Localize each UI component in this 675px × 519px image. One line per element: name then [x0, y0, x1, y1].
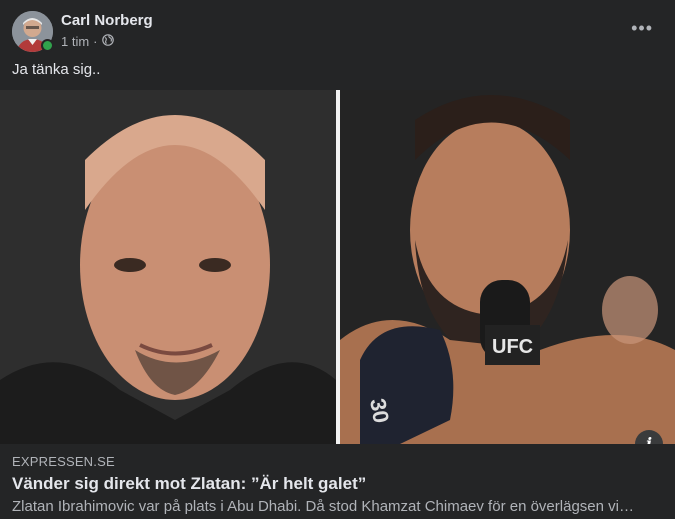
author-avatar[interactable] — [12, 11, 54, 52]
post-timestamp[interactable]: 1 tim — [61, 33, 89, 51]
link-description: Zlatan Ibrahimovic var på plats i Abu Dh… — [12, 498, 642, 515]
link-preview-image[interactable]: UFC 30 i — [0, 90, 675, 444]
microphone-logo: UFC — [492, 336, 533, 358]
feed-post: Carl Norberg 1 tim · ••• Ja tänka sig.. — [0, 0, 675, 519]
post-text: Ja tänka sig.. — [12, 61, 101, 78]
post-meta: Carl Norberg 1 tim · — [61, 11, 153, 51]
post-header: Carl Norberg 1 tim · — [12, 11, 153, 53]
author-name[interactable]: Carl Norberg — [61, 12, 153, 30]
image-right-panel: UFC 30 — [340, 90, 675, 444]
link-preview-info[interactable]: EXPRESSEN.SE Vänder sig direkt mot Zlata… — [0, 444, 675, 519]
meta-separator: · — [93, 34, 98, 49]
online-status-icon — [41, 39, 54, 52]
glove-number: 30 — [365, 397, 394, 425]
globe-icon[interactable] — [101, 33, 114, 51]
link-domain: EXPRESSEN.SE — [12, 454, 115, 469]
post-subline: 1 tim · — [61, 33, 153, 51]
link-title[interactable]: Vänder sig direkt mot Zlatan: ”Är helt g… — [12, 474, 662, 494]
more-options-icon[interactable]: ••• — [631, 18, 653, 39]
image-left-panel — [0, 90, 336, 444]
